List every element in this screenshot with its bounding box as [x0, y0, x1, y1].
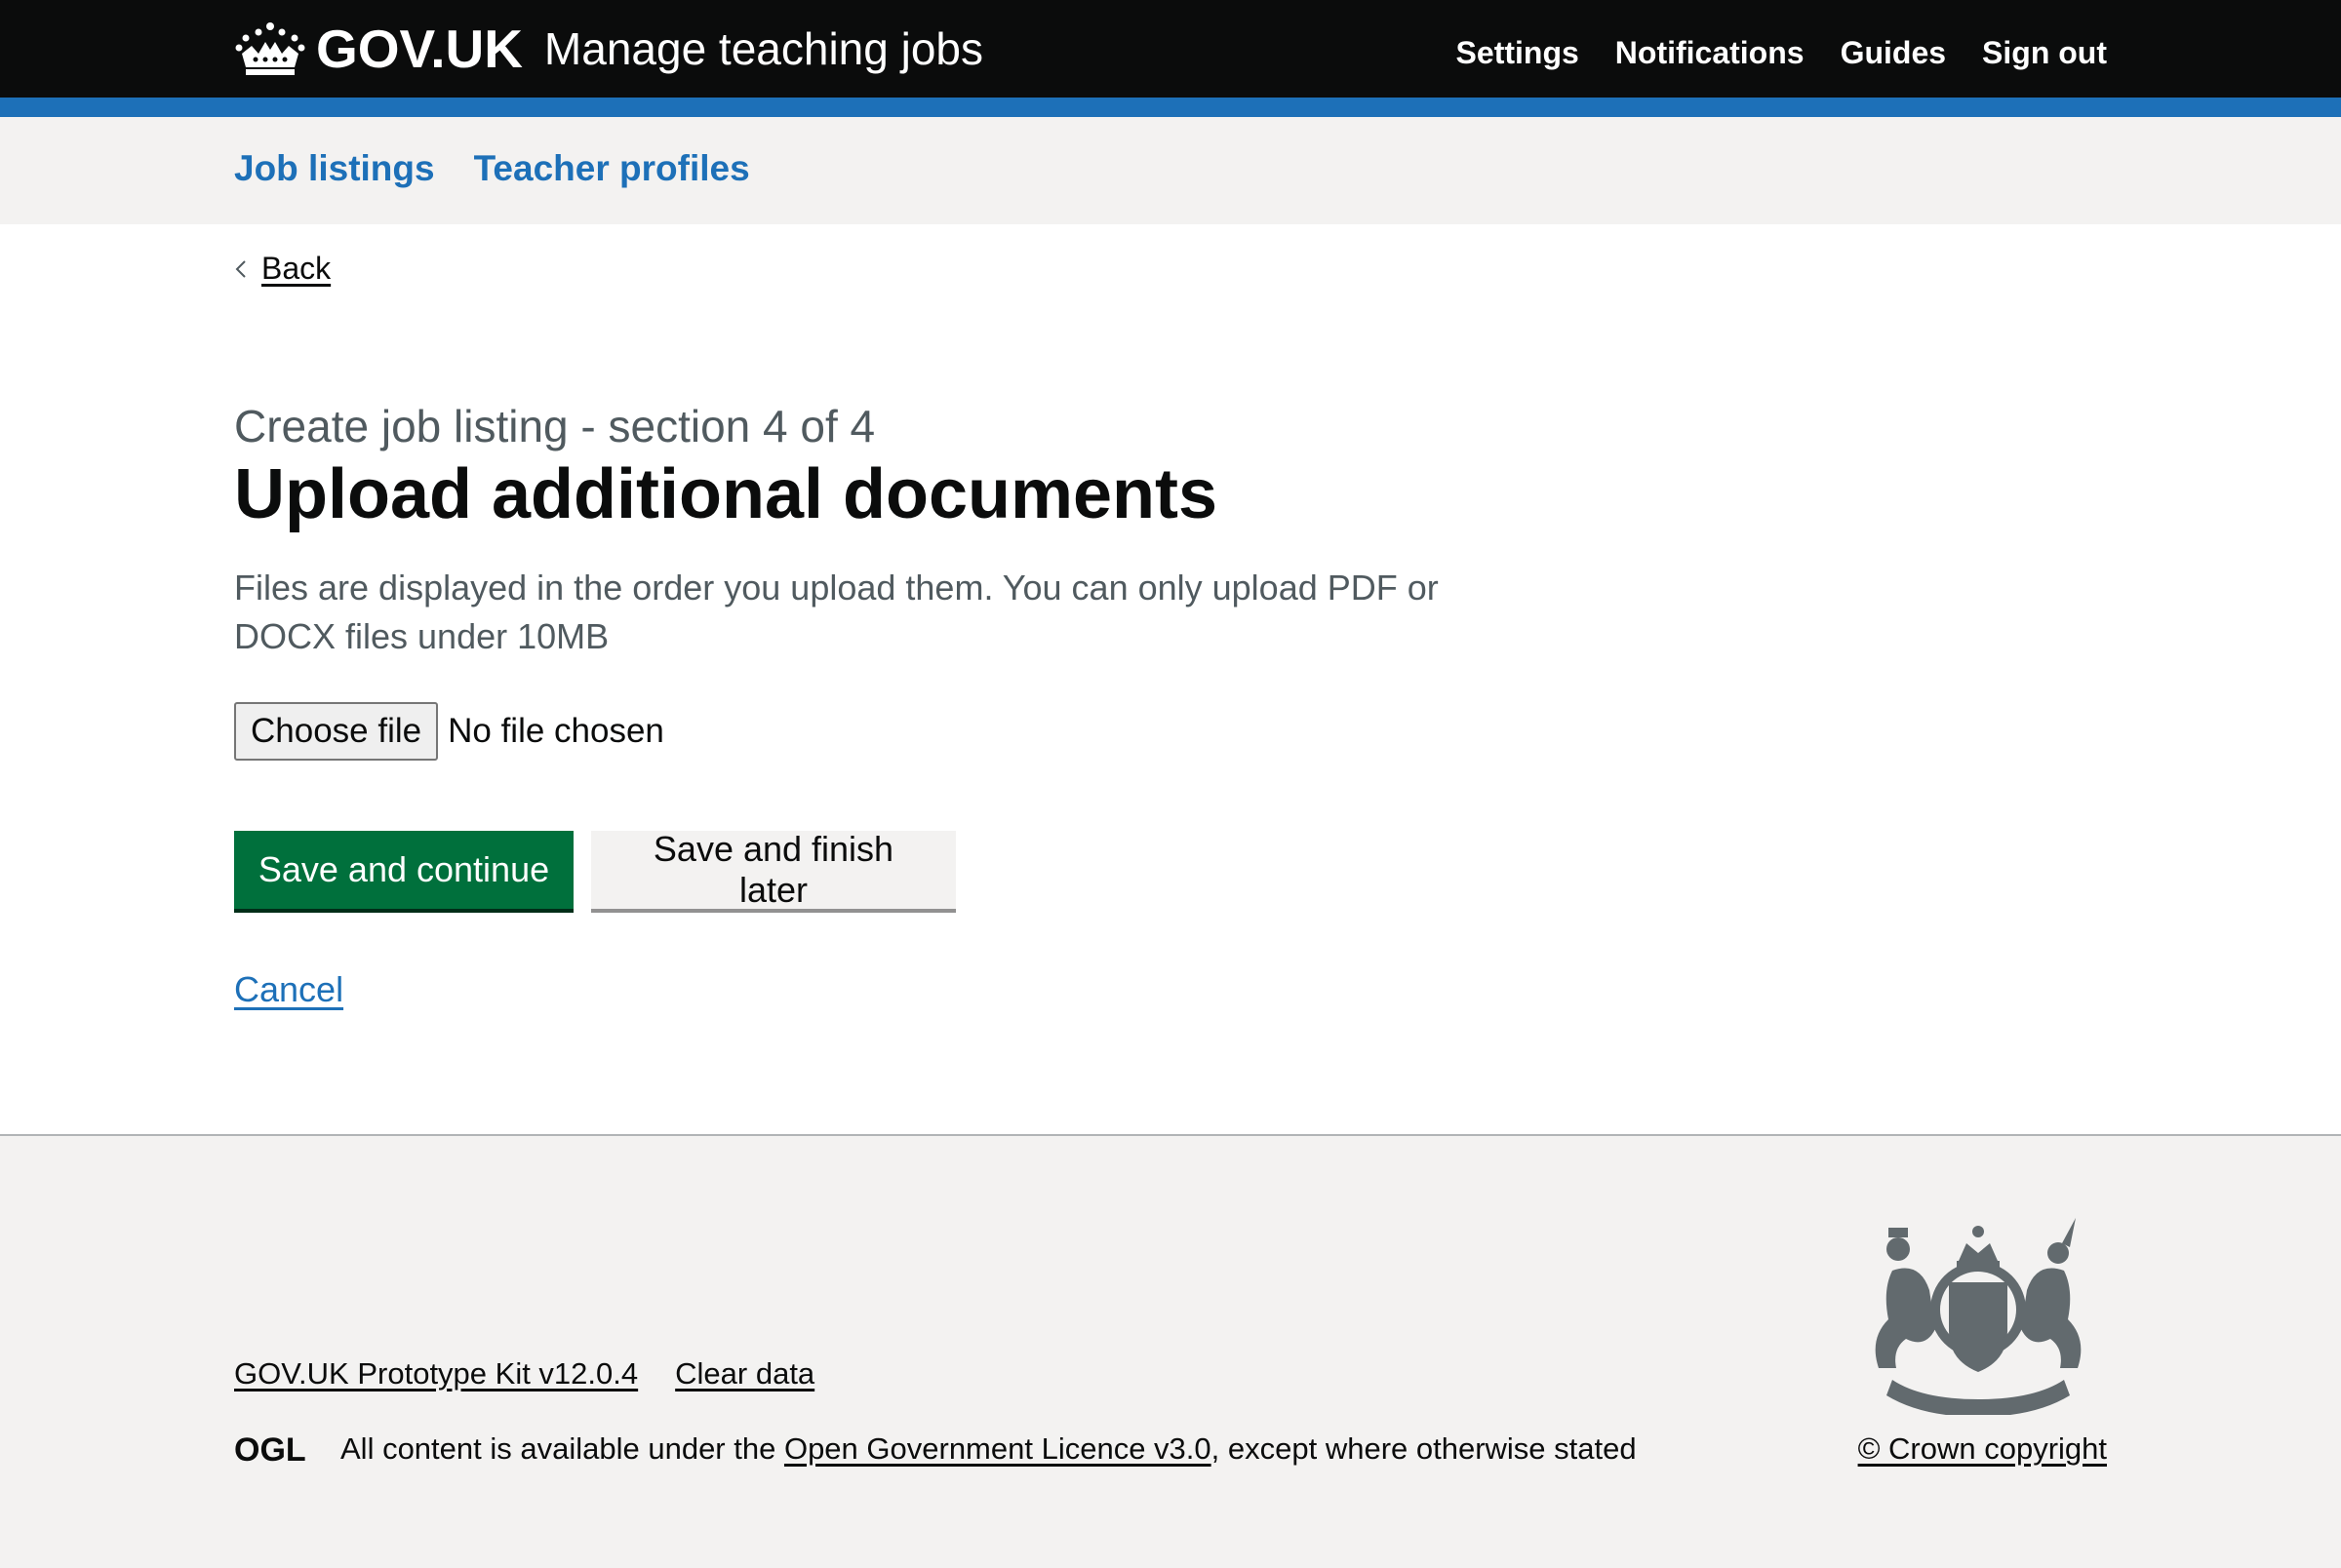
- clear-data-link[interactable]: Clear data: [675, 1356, 814, 1392]
- back-link-wrapper: Back: [234, 251, 331, 287]
- button-group: Save and continue Save and finish later: [234, 829, 956, 910]
- page-title: Upload additional documents: [234, 455, 1218, 533]
- service-name[interactable]: Manage teaching jobs: [544, 22, 983, 75]
- header-nav: Settings Notifications Guides Sign out: [1456, 35, 2107, 71]
- cancel-link[interactable]: Cancel: [234, 969, 343, 1010]
- page-caption: Create job listing - section 4 of 4: [234, 401, 876, 451]
- nav-guides[interactable]: Guides: [1841, 35, 1946, 71]
- svg-text:OGL: OGL: [234, 1433, 306, 1465]
- file-upload: Choose file No file chosen: [234, 702, 664, 761]
- subnav-job-listings[interactable]: Job listings: [234, 148, 435, 189]
- licence-link[interactable]: Open Government Licence v3.0: [784, 1431, 1211, 1467]
- chevron-left-icon: [235, 259, 246, 278]
- logo-text[interactable]: GOV.UK: [316, 18, 523, 80]
- nav-notifications[interactable]: Notifications: [1615, 35, 1805, 71]
- prototype-kit-link[interactable]: GOV.UK Prototype Kit v12.0.4: [234, 1356, 638, 1392]
- licence-suffix: , except where otherwise stated: [1210, 1431, 1637, 1466]
- file-status: No file chosen: [448, 712, 664, 750]
- sub-navigation: Job listings Teacher profiles: [0, 117, 2341, 224]
- site-footer: GOV.UK Prototype Kit v12.0.4 Clear data …: [0, 1134, 2341, 1568]
- licence-statement: OGL All content is available under the O…: [234, 1431, 1637, 1467]
- upload-hint: Files are displayed in the order you upl…: [234, 568, 1439, 656]
- site-header: GOV.UK Manage teaching jobs Settings Not…: [0, 0, 2341, 98]
- back-link[interactable]: Back: [261, 251, 331, 287]
- crown-copyright-link[interactable]: © Crown copyright: [1858, 1431, 2107, 1467]
- royal-coat-of-arms-icon: [1875, 1218, 2082, 1415]
- choose-file-button[interactable]: Choose file: [234, 702, 439, 761]
- nav-settings[interactable]: Settings: [1456, 35, 1579, 71]
- save-and-finish-later-button[interactable]: Save and finish later: [591, 829, 956, 910]
- save-and-continue-button[interactable]: Save and continue: [234, 831, 574, 909]
- crown-icon: [235, 22, 305, 75]
- subnav-teacher-profiles[interactable]: Teacher profiles: [474, 148, 750, 189]
- header-blue-bar: [0, 98, 2341, 117]
- ogl-logo-icon: OGL: [234, 1433, 306, 1465]
- footer-links: GOV.UK Prototype Kit v12.0.4 Clear data: [234, 1356, 814, 1392]
- nav-sign-out[interactable]: Sign out: [1982, 35, 2107, 71]
- licence-prefix: All content is available under the: [340, 1431, 784, 1466]
- govuk-logo[interactable]: GOV.UK Manage teaching jobs: [234, 14, 983, 84]
